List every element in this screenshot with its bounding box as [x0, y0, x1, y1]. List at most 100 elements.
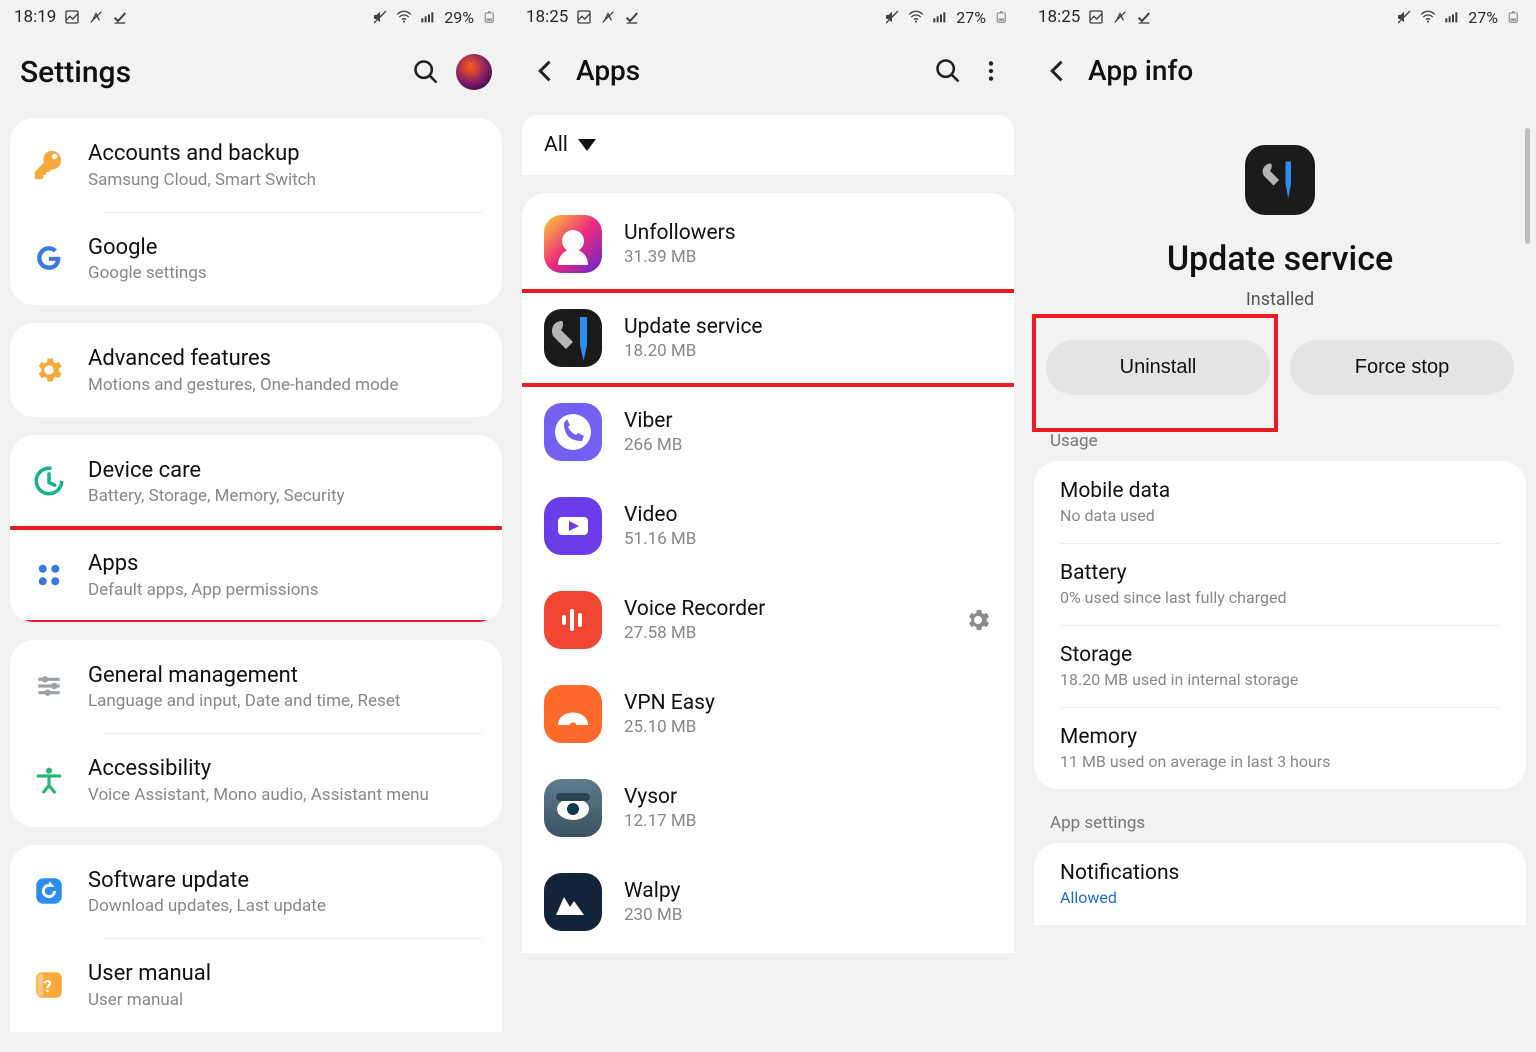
app-icon — [544, 591, 602, 649]
usage-row-memory[interactable]: Memory11 MB used on average in last 3 ho… — [1034, 707, 1526, 789]
wifi-icon — [396, 9, 412, 25]
usage-row-storage[interactable]: Storage18.20 MB used in internal storage — [1034, 625, 1526, 707]
app-name: Walpy — [624, 879, 992, 903]
info-subtitle: No data used — [1060, 506, 1500, 525]
scroll-indicator[interactable] — [1525, 128, 1530, 244]
app-size: 51.16 MB — [624, 529, 992, 549]
status-time: 18:25 — [526, 7, 568, 27]
settings-row-adv[interactable]: Advanced featuresMotions and gestures, O… — [10, 323, 502, 417]
back-icon[interactable] — [532, 57, 560, 85]
svg-text:?: ? — [43, 977, 51, 997]
settings-row-care[interactable]: Device careBattery, Storage, Memory, Sec… — [10, 435, 502, 529]
gear-icon[interactable] — [964, 606, 992, 634]
settings-row-gen[interactable]: General managementLanguage and input, Da… — [10, 640, 502, 734]
data-off-icon — [1112, 9, 1128, 25]
header: Settings — [0, 34, 512, 118]
wifi-icon — [908, 9, 924, 25]
app-icon — [544, 309, 602, 367]
info-subtitle: 0% used since last fully charged — [1060, 588, 1500, 607]
usage-row-mobile-data[interactable]: Mobile dataNo data used — [1034, 461, 1526, 543]
status-battery-pct: 27% — [956, 8, 986, 27]
app-size: 27.58 MB — [624, 623, 942, 643]
app-size: 31.39 MB — [624, 247, 992, 267]
app-icon — [1245, 145, 1315, 215]
app-size: 12.17 MB — [624, 811, 992, 831]
settings-row-apps[interactable]: AppsDefault apps, App permissions — [10, 528, 502, 622]
mute-icon — [372, 9, 388, 25]
app-row-update-service[interactable]: Update service18.20 MB — [522, 291, 1014, 385]
section-label-appsettings: App settings — [1024, 807, 1536, 843]
more-icon[interactable] — [978, 58, 1004, 84]
info-title: Battery — [1060, 561, 1500, 585]
row-title: Accounts and backup — [88, 140, 482, 168]
page-title: Apps — [576, 54, 918, 87]
settings-screen: 18:19 29% Settings Accounts and backupSa… — [0, 0, 512, 1052]
usage-row-battery[interactable]: Battery 0% used since last fully charged — [1034, 543, 1526, 625]
app-install-status: Installed — [1044, 289, 1516, 310]
search-icon[interactable] — [412, 58, 440, 86]
notifications-row[interactable]: Notifications Allowed — [1034, 843, 1526, 925]
row-title: Advanced features — [88, 345, 482, 373]
force-stop-button[interactable]: Force stop — [1290, 340, 1514, 395]
settings-row-google[interactable]: GoogleGoogle settings — [10, 212, 502, 306]
settings-row-upd[interactable]: Software updateDownload updates, Last up… — [10, 845, 502, 939]
settings-row-acc[interactable]: AccessibilityVoice Assistant, Mono audio… — [10, 733, 502, 827]
row-subtitle: Default apps, App permissions — [88, 580, 482, 600]
status-battery-pct: 27% — [1468, 8, 1498, 27]
app-row-vpn-easy[interactable]: VPN Easy25.10 MB — [522, 667, 1014, 761]
status-time: 18:25 — [1038, 7, 1080, 27]
app-row-viber[interactable]: Viber266 MB — [522, 385, 1014, 479]
search-icon[interactable] — [934, 57, 962, 85]
app-size: 25.10 MB — [624, 717, 992, 737]
uninstall-button[interactable]: Uninstall — [1046, 340, 1270, 395]
settings-row-man[interactable]: ?User manualUser manual — [10, 938, 502, 1032]
app-name: Unfollowers — [624, 221, 992, 245]
header: App info — [1024, 34, 1536, 115]
data-off-icon — [88, 9, 104, 25]
acc-icon — [30, 761, 68, 799]
care-icon — [30, 462, 68, 500]
settings-row-key[interactable]: Accounts and backupSamsung Cloud, Smart … — [10, 118, 502, 212]
filter-label: All — [544, 133, 568, 157]
app-row-walpy[interactable]: Walpy230 MB — [522, 855, 1014, 949]
row-subtitle: Motions and gestures, One-handed mode — [88, 375, 482, 395]
app-size: 266 MB — [624, 435, 992, 455]
check-icon — [624, 9, 640, 25]
row-subtitle: Battery, Storage, Memory, Security — [88, 486, 482, 506]
app-name: Video — [624, 503, 992, 527]
filter-dropdown[interactable]: All — [522, 115, 1014, 175]
page-title: App info — [1088, 54, 1516, 87]
check-icon — [112, 9, 128, 25]
info-title: Notifications — [1060, 861, 1500, 885]
app-icon — [544, 685, 602, 743]
app-icon — [544, 779, 602, 837]
app-icon — [544, 497, 602, 555]
row-subtitle: Google settings — [88, 263, 482, 283]
app-summary: Update service Installed — [1024, 115, 1536, 322]
app-name: Vysor — [624, 785, 992, 809]
app-row-unfollowers[interactable]: Unfollowers31.39 MB — [522, 197, 1014, 291]
app-size: 18.20 MB — [624, 341, 992, 361]
signal-icon — [1444, 9, 1460, 25]
row-title: Device care — [88, 457, 482, 485]
app-row-voice-recorder[interactable]: Voice Recorder27.58 MB — [522, 573, 1014, 667]
app-name: Viber — [624, 409, 992, 433]
avatar[interactable] — [456, 54, 492, 90]
chevron-down-icon — [578, 139, 596, 151]
app-row-vysor[interactable]: Vysor12.17 MB — [522, 761, 1014, 855]
image-icon — [64, 9, 80, 25]
row-subtitle: Download updates, Last update — [88, 896, 482, 916]
back-icon[interactable] — [1044, 57, 1072, 85]
row-title: Software update — [88, 867, 482, 895]
mute-icon — [1396, 9, 1412, 25]
page-title: Settings — [20, 55, 396, 90]
app-icon — [544, 403, 602, 461]
row-title: User manual — [88, 960, 482, 988]
app-icon — [544, 873, 602, 931]
status-time: 18:19 — [14, 7, 56, 27]
app-row-video[interactable]: Video51.16 MB — [522, 479, 1014, 573]
apps-list-screen: 18:25 27% Apps All Unfollowers31.39 MBUp… — [512, 0, 1024, 1052]
app-name: VPN Easy — [624, 691, 992, 715]
data-off-icon — [600, 9, 616, 25]
app-icon — [544, 215, 602, 273]
